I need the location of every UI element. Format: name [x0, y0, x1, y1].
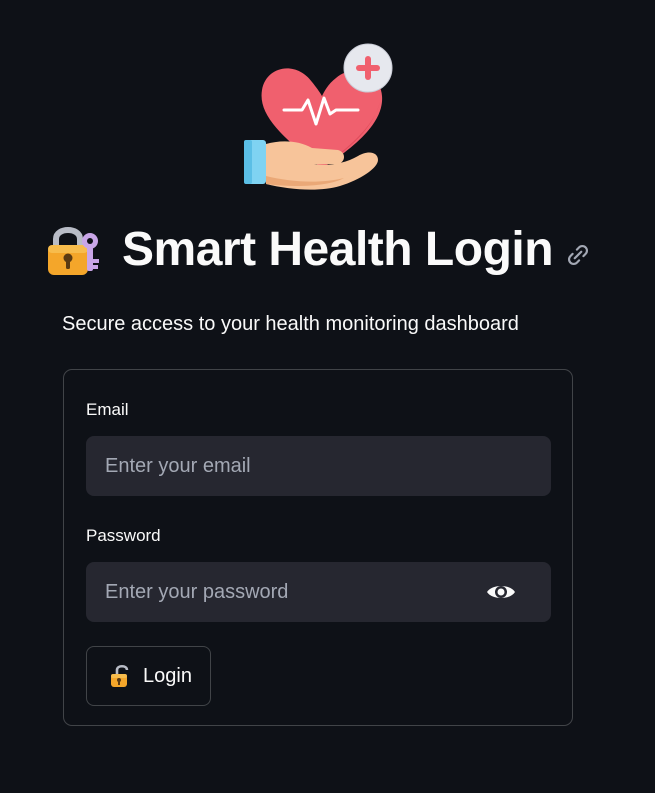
email-label: Email — [86, 400, 129, 419]
heart-in-hand-icon — [244, 43, 393, 190]
locked-with-key-icon — [48, 227, 99, 275]
eye-icon — [487, 586, 515, 598]
link-icon[interactable] — [565, 242, 591, 268]
password-field[interactable] — [86, 562, 481, 622]
show-password-toggle[interactable] — [481, 572, 521, 612]
email-field[interactable] — [86, 436, 551, 496]
email-field-container — [86, 436, 551, 496]
login-button-label: Login — [143, 664, 192, 687]
login-form: Email Password Login — [63, 369, 573, 726]
title-row: Smart Health Login — [44, 218, 591, 282]
subtitle: Secure access to your health monitoring … — [62, 313, 519, 335]
unlocked-icon — [111, 664, 129, 687]
page-title: Smart Health Login — [122, 223, 554, 276]
login-page: Smart Health Login Secure access to your… — [0, 0, 655, 793]
password-label: Password — [86, 526, 161, 545]
password-field-container — [86, 562, 551, 622]
login-button[interactable]: Login — [86, 646, 211, 706]
